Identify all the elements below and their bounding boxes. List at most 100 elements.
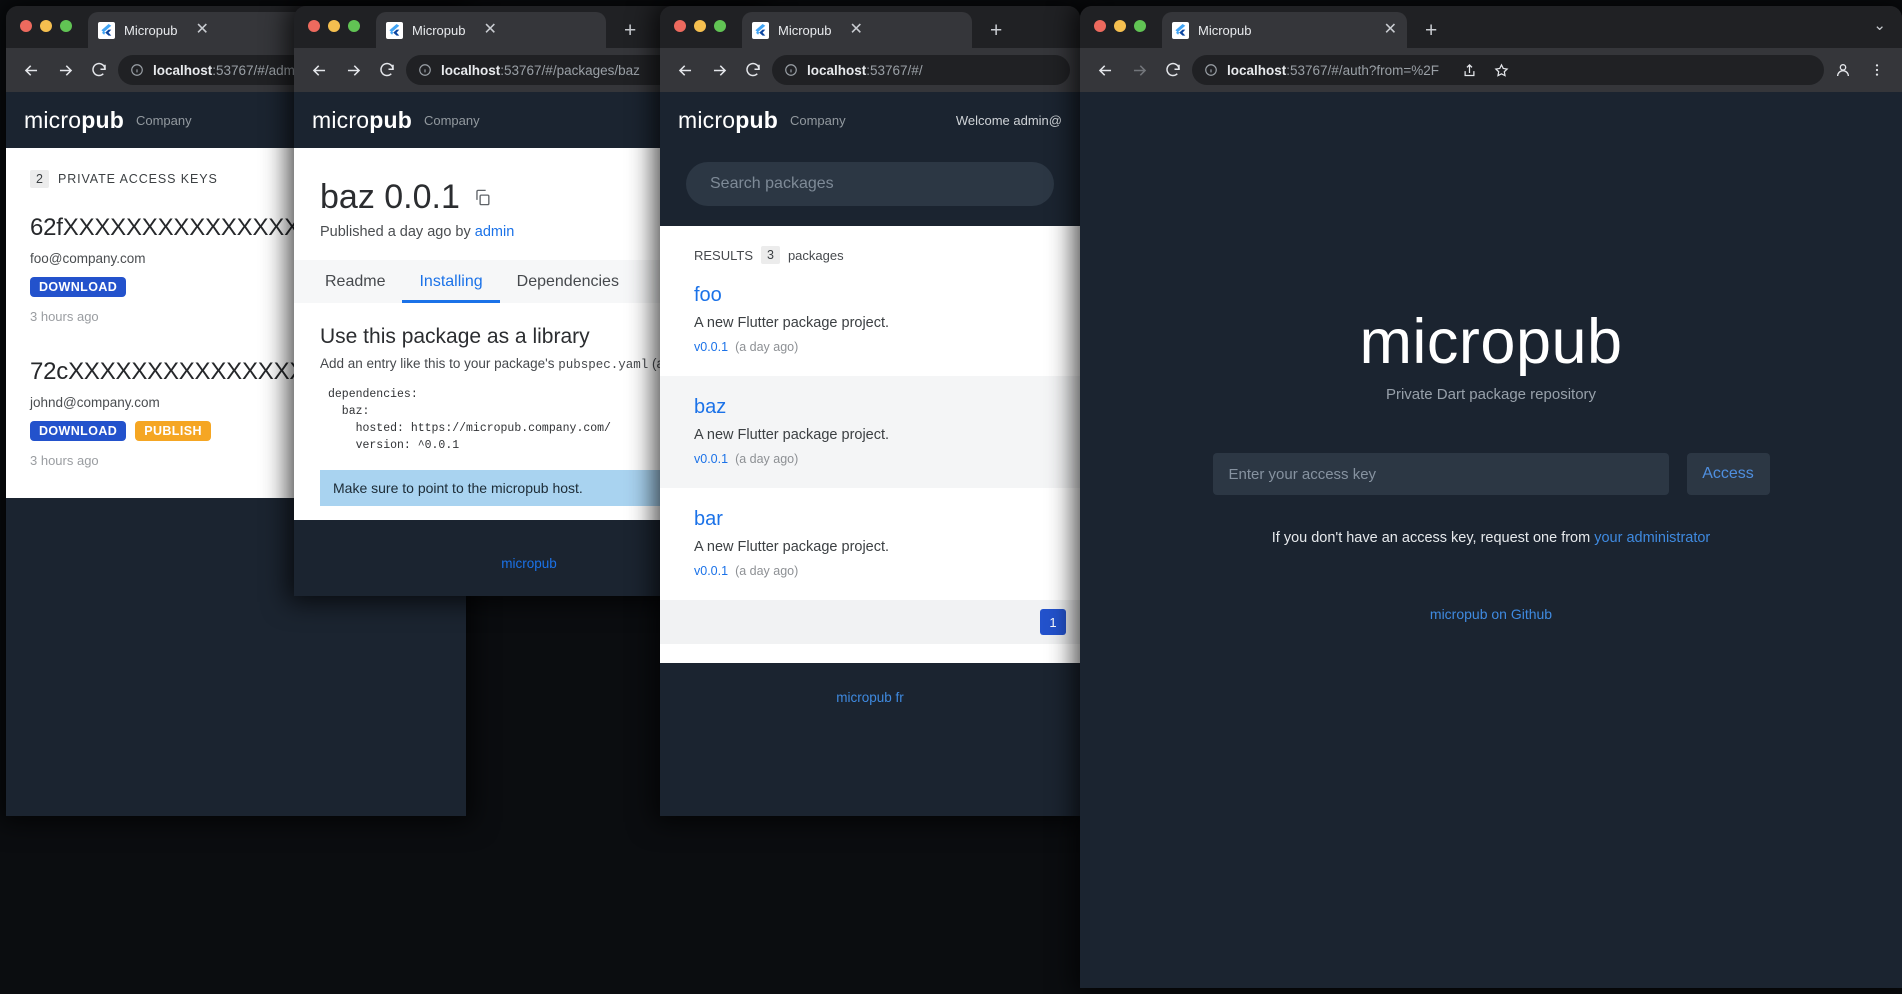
company-label: Company [423, 112, 480, 128]
package-description: A new Flutter package project. [694, 539, 890, 555]
close-window-button[interactable] [20, 20, 32, 32]
forward-icon[interactable] [338, 55, 368, 85]
close-window-button[interactable] [1094, 20, 1106, 32]
auth-form: Enter your access key Access [1212, 453, 1770, 495]
chrome-menu-icon[interactable] [1862, 55, 1892, 85]
minimize-window-button[interactable] [40, 20, 52, 32]
back-icon[interactable] [670, 55, 700, 85]
window-controls[interactable] [1094, 20, 1146, 32]
close-tab-icon[interactable]: ✕ [195, 22, 208, 38]
close-tab-icon[interactable]: ✕ [1384, 22, 1397, 38]
administrator-link[interactable]: your administrator [1594, 530, 1710, 546]
app-logo[interactable]: micropub [24, 107, 124, 134]
company-label: Company [789, 112, 846, 128]
back-icon[interactable] [1090, 55, 1120, 85]
github-link[interactable]: micropub on Github [1430, 606, 1552, 622]
browser-tab[interactable]: Micropub ✕ [376, 12, 606, 48]
download-badge[interactable]: DOWNLOAD [30, 277, 127, 297]
package-name-link[interactable]: foo [694, 284, 1046, 307]
access-key-input[interactable]: Enter your access key [1212, 453, 1669, 495]
forward-icon[interactable] [704, 55, 734, 85]
desktop-background: Micropub ✕ + localhost:53767/#/adm micro… [0, 0, 1902, 994]
browser-window-auth[interactable]: Micropub ✕ + ⌄ localhost:53767/#/auth?fr… [1080, 6, 1902, 988]
tab-installing[interactable]: Installing [402, 260, 499, 303]
url-text: localhost:53767/#/ [807, 62, 923, 78]
search-placeholder: Search packages [710, 175, 834, 192]
site-info-icon[interactable] [1204, 63, 1218, 77]
site-info-icon[interactable] [130, 63, 144, 77]
maximize-window-button[interactable] [714, 20, 726, 32]
app-logo[interactable]: micropub [312, 107, 412, 134]
tab-dependencies[interactable]: Dependencies [500, 260, 636, 303]
search-input[interactable]: Search packages [686, 162, 1054, 206]
site-info-icon[interactable] [418, 63, 432, 77]
published-text: Published a day ago by [320, 224, 475, 240]
app-logo[interactable]: micropub [678, 107, 778, 134]
page-button-1[interactable]: 1 [1040, 609, 1066, 635]
forward-icon[interactable] [1124, 55, 1154, 85]
share-icon[interactable] [1458, 59, 1480, 81]
package-age: (a day ago) [735, 564, 799, 578]
package-author-link[interactable]: admin [475, 224, 515, 240]
tab-readme[interactable]: Readme [308, 260, 402, 303]
reload-icon[interactable] [84, 55, 114, 85]
footer-link[interactable]: micropub fr [836, 690, 904, 705]
maximize-window-button[interactable] [60, 20, 72, 32]
close-tab-icon[interactable]: ✕ [849, 22, 862, 38]
access-button[interactable]: Access [1686, 453, 1770, 495]
window-controls[interactable] [308, 20, 360, 32]
close-window-button[interactable] [674, 20, 686, 32]
download-badge[interactable]: DOWNLOAD [30, 421, 127, 441]
package-name-link[interactable]: bar [694, 508, 1046, 531]
close-tab-icon[interactable]: ✕ [483, 22, 496, 38]
reload-icon[interactable] [372, 55, 402, 85]
tab-search-chevron-down-icon[interactable]: ⌄ [1873, 18, 1886, 33]
site-info-icon[interactable] [784, 63, 798, 77]
browser-tab[interactable]: Micropub ✕ [742, 12, 972, 48]
pubspec-filename: pubspec.yaml [558, 358, 649, 372]
back-icon[interactable] [304, 55, 334, 85]
forward-icon[interactable] [50, 55, 80, 85]
auth-page: micropub Private Dart package repository… [1080, 92, 1902, 988]
pagination[interactable]: 1 [660, 600, 1080, 644]
close-window-button[interactable] [308, 20, 320, 32]
profile-avatar-icon[interactable] [1828, 55, 1858, 85]
publish-badge[interactable]: PUBLISH [135, 421, 211, 441]
tab-strip: Micropub ✕ + [660, 6, 1080, 48]
address-bar[interactable]: localhost:53767/#/ [772, 55, 1070, 85]
browser-window-search[interactable]: Micropub ✕ + localhost:53767/#/ micropub… [660, 6, 1080, 816]
minimize-window-button[interactable] [694, 20, 706, 32]
results-header: RESULTS 3 packages [660, 226, 1080, 264]
maximize-window-button[interactable] [348, 20, 360, 32]
address-bar[interactable]: localhost:53767/#/auth?from=%2F [1192, 55, 1824, 85]
package-description: A new Flutter package project. [694, 427, 890, 443]
window-controls[interactable] [20, 20, 72, 32]
new-tab-button[interactable]: + [990, 20, 1002, 41]
new-tab-button[interactable]: + [624, 20, 636, 41]
access-keys-count: 2 [30, 170, 49, 188]
access-keys-label: PRIVATE ACCESS KEYS [57, 172, 218, 186]
package-list-item[interactable]: bar A new Flutter package project. v0.0.… [660, 488, 1080, 600]
back-icon[interactable] [16, 55, 46, 85]
browser-tab[interactable]: Micropub ✕ [88, 12, 318, 48]
package-list-item[interactable]: baz A new Flutter package project. v0.0.… [660, 376, 1080, 488]
flutter-favicon-icon [98, 21, 115, 39]
welcome-user-label: Welcome admin@ [955, 112, 1062, 128]
package-name-link[interactable]: baz [694, 396, 1046, 419]
bookmark-star-icon[interactable] [1490, 59, 1512, 81]
reload-icon[interactable] [738, 55, 768, 85]
browser-tab[interactable]: Micropub ✕ [1162, 12, 1407, 48]
package-description: A new Flutter package project. [694, 315, 890, 331]
minimize-window-button[interactable] [328, 20, 340, 32]
minimize-window-button[interactable] [1114, 20, 1126, 32]
copy-icon[interactable] [473, 188, 492, 207]
package-list-item[interactable]: foo A new Flutter package project. v0.0.… [660, 264, 1080, 376]
tab-title: Micropub [412, 22, 466, 38]
tab-title: Micropub [1198, 22, 1252, 38]
micropub-logo: micropub [1359, 307, 1623, 377]
reload-icon[interactable] [1158, 55, 1188, 85]
new-tab-button[interactable]: + [1425, 20, 1437, 41]
window-controls[interactable] [674, 20, 726, 32]
maximize-window-button[interactable] [1134, 20, 1146, 32]
auth-subtitle: Private Dart package repository [1385, 386, 1597, 403]
